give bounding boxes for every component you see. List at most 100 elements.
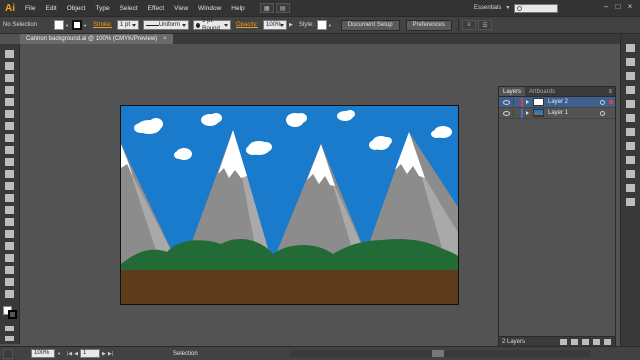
previous-artboard-icon[interactable]: ◀ [74,351,78,357]
target-icon[interactable] [600,110,605,116]
make-clipping-mask-icon[interactable] [571,339,578,345]
chevron-down-icon[interactable]: ▼ [57,351,61,356]
color-guide-icon[interactable] [626,58,635,66]
screen-mode-icon[interactable] [5,336,14,341]
menu-edit[interactable]: Edit [40,5,61,12]
fill-swatch[interactable] [54,20,65,30]
panel-menu-icon[interactable]: ≡ [608,87,615,96]
chevron-right-icon[interactable]: ▶ [289,22,293,28]
locate-object-icon[interactable] [560,339,567,345]
direct-selection-tool-icon[interactable] [5,62,14,70]
opacity-input[interactable]: 100% [263,20,287,30]
maximize-button[interactable]: □ [612,2,624,12]
color-mode-icon[interactable] [5,326,14,331]
stroke-panel-icon[interactable] [626,114,635,122]
line-tool-icon[interactable] [5,122,14,130]
gradient-tool-icon[interactable] [5,278,14,286]
chevron-down-icon[interactable]: ▼ [505,5,510,11]
eraser-tool-icon[interactable] [5,182,14,190]
opacity-label[interactable]: Opacity: [236,22,258,28]
eye-icon[interactable] [503,99,510,105]
variable-width-profile-select[interactable]: Uniform [142,20,189,30]
menu-view[interactable]: View [169,5,193,12]
scrollbar-thumb[interactable] [432,350,444,357]
perspective-grid-tool-icon[interactable] [5,254,14,262]
brushes-icon[interactable] [626,86,635,94]
first-artboard-icon[interactable]: |◀ [67,351,72,357]
stroke-color-icon[interactable] [8,310,17,319]
artboards-panel-icon[interactable] [626,198,635,206]
last-artboard-icon[interactable]: ▶| [108,351,113,357]
menu-type[interactable]: Type [90,5,114,12]
mesh-tool-icon[interactable] [5,266,14,274]
width-tool-icon[interactable] [5,218,14,226]
artboard[interactable] [120,105,459,305]
menu-object[interactable]: Object [62,5,91,12]
selection-indicator[interactable] [609,100,613,104]
menu-file[interactable]: File [20,5,40,12]
pen-tool-icon[interactable] [5,98,14,106]
expand-triangle-icon[interactable] [526,111,529,115]
rotate-tool-icon[interactable] [5,194,14,202]
workspace-switcher[interactable]: Essentials ▼ [474,3,559,13]
lasso-tool-icon[interactable] [5,86,14,94]
magic-wand-tool-icon[interactable] [5,74,14,82]
lock-toggle[interactable] [513,98,519,106]
gradient-panel-icon[interactable] [626,128,635,136]
align-icon[interactable]: ≡ [461,20,476,30]
layer-row[interactable]: Layer 2 [499,97,615,108]
target-icon[interactable] [600,99,605,105]
menu-effect[interactable]: Effect [143,5,170,12]
expand-triangle-icon[interactable] [526,100,529,104]
layer-row[interactable]: Layer 1 [499,108,615,119]
next-artboard-icon[interactable]: ▶ [102,351,106,357]
workspace-label[interactable]: Essentials [474,5,501,11]
layer-name[interactable]: Layer 2 [548,99,568,105]
document-setup-button[interactable]: Document Setup [340,19,400,31]
layer-name[interactable]: Layer 1 [548,110,568,116]
brush-select[interactable]: 5 pt. Round [192,18,231,32]
color-panel-icon[interactable] [626,44,635,52]
swatches-icon[interactable] [626,72,635,80]
new-layer-icon[interactable] [593,339,600,345]
selection-tool-icon[interactable] [5,50,14,58]
stroke-swatch[interactable] [72,20,82,30]
minimize-button[interactable]: – [600,2,612,12]
graphic-style-swatch[interactable] [316,20,327,30]
transparency-icon[interactable] [626,142,635,150]
eye-icon[interactable] [503,110,510,116]
stroke-label[interactable]: Stroke: [93,22,112,28]
preferences-button[interactable]: Preferences [405,19,452,31]
graphic-styles-icon[interactable] [626,170,635,178]
arrange-documents-icon[interactable]: ▤ [275,3,290,13]
free-transform-tool-icon[interactable] [5,230,14,238]
paintbrush-tool-icon[interactable] [5,146,14,154]
menu-select[interactable]: Select [115,5,143,12]
appearance-icon[interactable] [626,156,635,164]
eyedropper-tool-icon[interactable] [5,290,14,298]
lock-toggle[interactable] [513,109,519,117]
menu-help[interactable]: Help [226,5,249,12]
layers-panel-icon[interactable] [626,184,635,192]
zoom-select[interactable]: 100% [31,349,55,358]
menu-window[interactable]: Window [193,5,226,12]
horizontal-scrollbar[interactable] [290,350,590,357]
rectangle-tool-icon[interactable] [5,134,14,142]
new-sublayer-icon[interactable] [582,339,589,345]
bridge-icon[interactable]: ▦ [259,3,274,13]
tab-layers[interactable]: Layers [499,87,526,96]
close-icon[interactable]: × [163,34,167,44]
chevron-down-icon[interactable]: ▼ [65,23,69,28]
blob-brush-tool-icon[interactable] [5,170,14,178]
symbols-icon[interactable] [626,100,635,108]
shape-builder-tool-icon[interactable] [5,242,14,250]
stroke-weight-select[interactable]: 1 pt [116,20,139,30]
scale-tool-icon[interactable] [5,206,14,214]
panel-menu-icon[interactable]: ☰ [477,20,492,30]
type-tool-icon[interactable] [5,110,14,118]
pencil-tool-icon[interactable] [5,158,14,166]
close-button[interactable]: × [624,2,636,12]
artboard-number-input[interactable]: 1 [79,349,100,358]
search-input[interactable] [514,3,559,13]
document-tab[interactable]: Cannon background.ai @ 100% (CMYK/Previe… [20,34,173,44]
